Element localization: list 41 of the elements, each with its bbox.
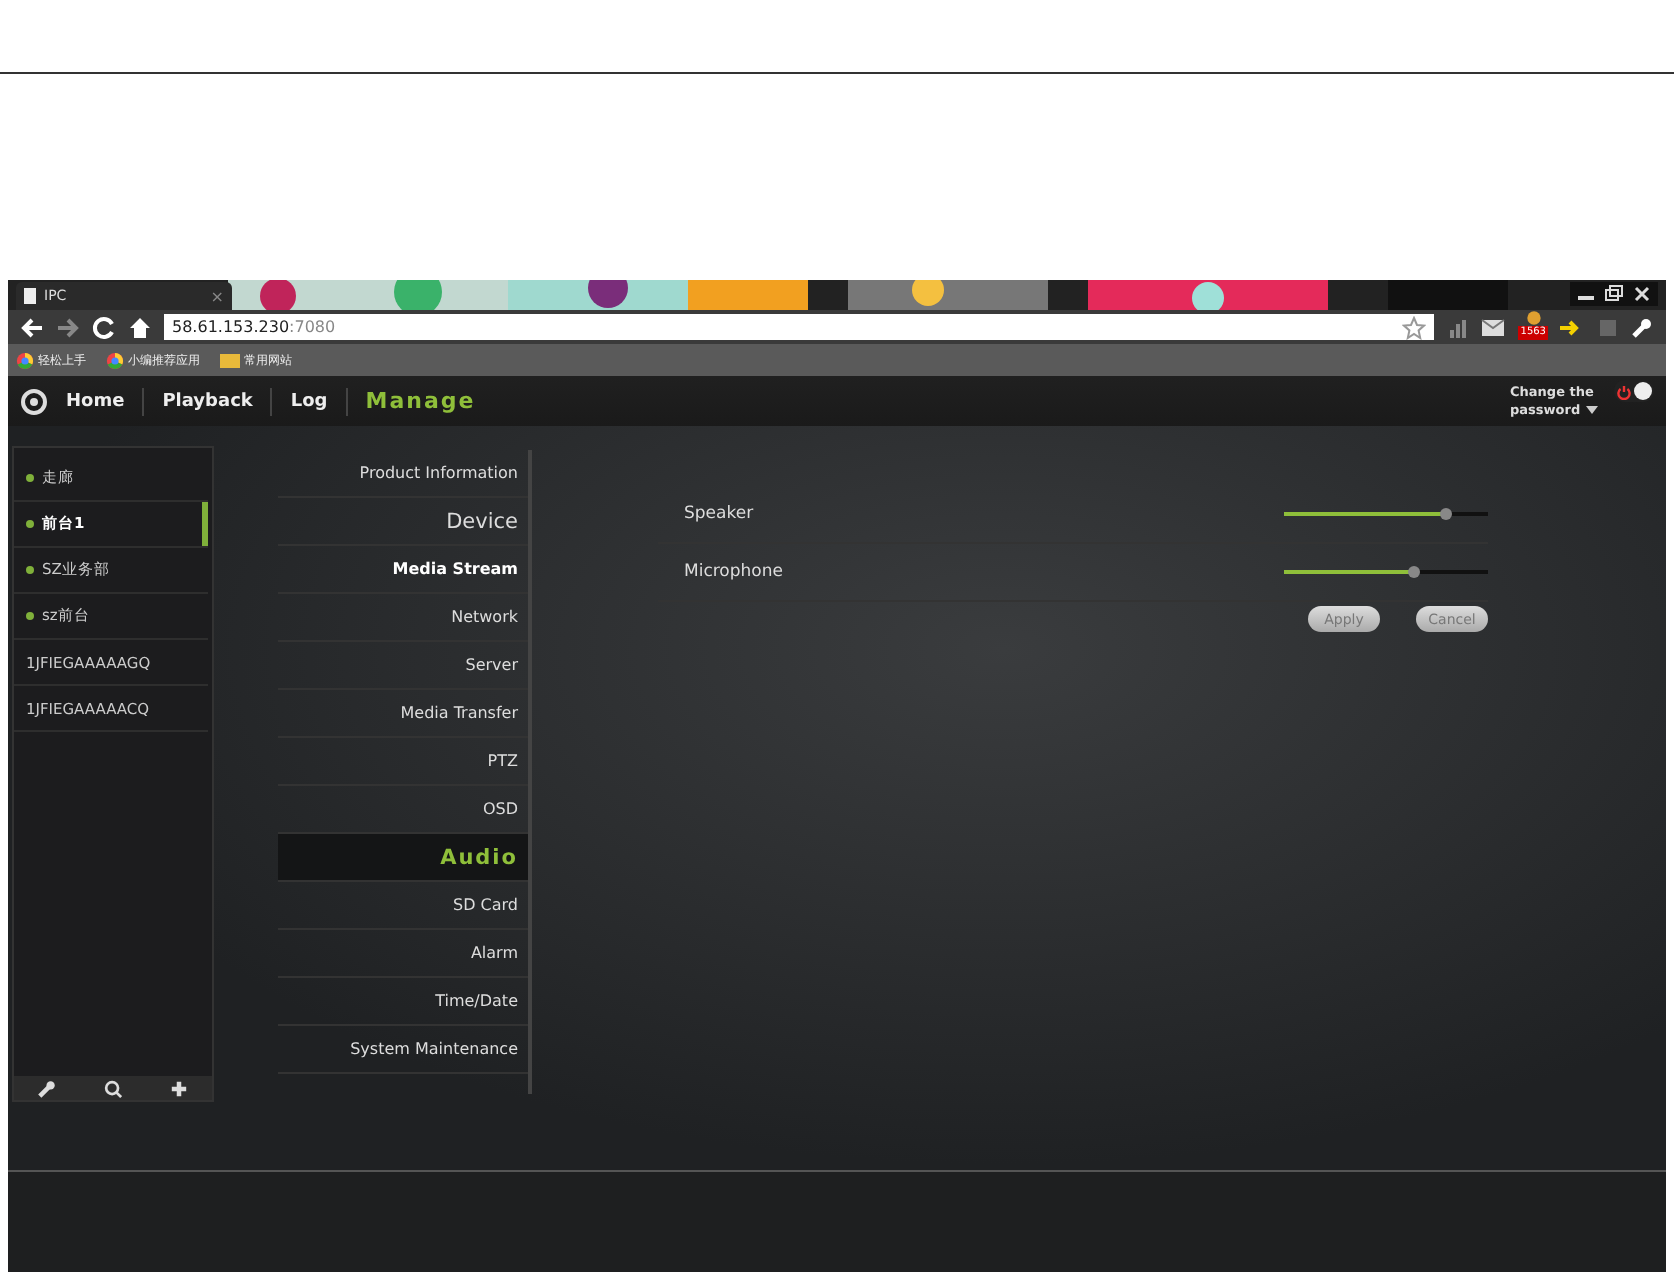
star-icon[interactable]	[1402, 315, 1427, 339]
back-icon[interactable]	[20, 315, 44, 339]
logo-icon	[20, 387, 48, 415]
channel-label: Microphone	[682, 562, 785, 582]
menu-item[interactable]: SD Card	[278, 882, 528, 930]
nav-tab[interactable]: Manage	[347, 388, 494, 414]
home-icon[interactable]	[128, 315, 152, 339]
nav-tab[interactable]: Home	[48, 391, 143, 411]
channel-label: Speaker	[682, 504, 756, 524]
caret-icon[interactable]	[1586, 406, 1598, 414]
add-icon[interactable]	[170, 1079, 188, 1097]
reload-icon[interactable]	[92, 315, 116, 339]
menu-item[interactable]: Time/Date	[278, 978, 528, 1026]
menu-item[interactable]: Alarm	[278, 930, 528, 978]
zoom-icon[interactable]	[104, 1079, 122, 1097]
restore-icon[interactable]	[1602, 284, 1626, 304]
nav-tab[interactable]: Playback	[144, 391, 271, 411]
browser-logo-icon	[106, 351, 124, 369]
power-toggle[interactable]	[1614, 380, 1654, 402]
close-tab-button[interactable]: ×	[210, 287, 224, 305]
folder-icon	[220, 352, 240, 368]
browser-logo-icon	[16, 351, 34, 369]
menu-item[interactable]: Device	[278, 498, 528, 546]
power-icon	[1616, 383, 1632, 399]
mail-icon[interactable]	[1480, 315, 1509, 339]
menu-item[interactable]: Audio	[278, 834, 528, 882]
signal-icon[interactable]	[1446, 315, 1471, 339]
menu-item[interactable]: PTZ	[278, 738, 528, 786]
nav-tab[interactable]: Log	[272, 391, 346, 411]
address-field[interactable]: 58.61.153.230:7080	[164, 314, 1435, 340]
menu-item[interactable]: Media Transfer	[278, 690, 528, 738]
menu-item[interactable]: Server	[278, 642, 528, 690]
wrench-icon[interactable]	[1630, 315, 1654, 339]
menu-item[interactable]: Product Information	[278, 450, 528, 498]
wrench-icon[interactable]	[38, 1079, 56, 1097]
menu-item[interactable]: System Maintenance	[278, 1026, 528, 1074]
menu-item[interactable]: Media Stream	[278, 546, 528, 594]
forward-icon[interactable]	[56, 315, 80, 339]
menu-item[interactable]: Network	[278, 594, 528, 642]
page-icon	[24, 288, 36, 304]
close-icon[interactable]	[1630, 284, 1654, 304]
